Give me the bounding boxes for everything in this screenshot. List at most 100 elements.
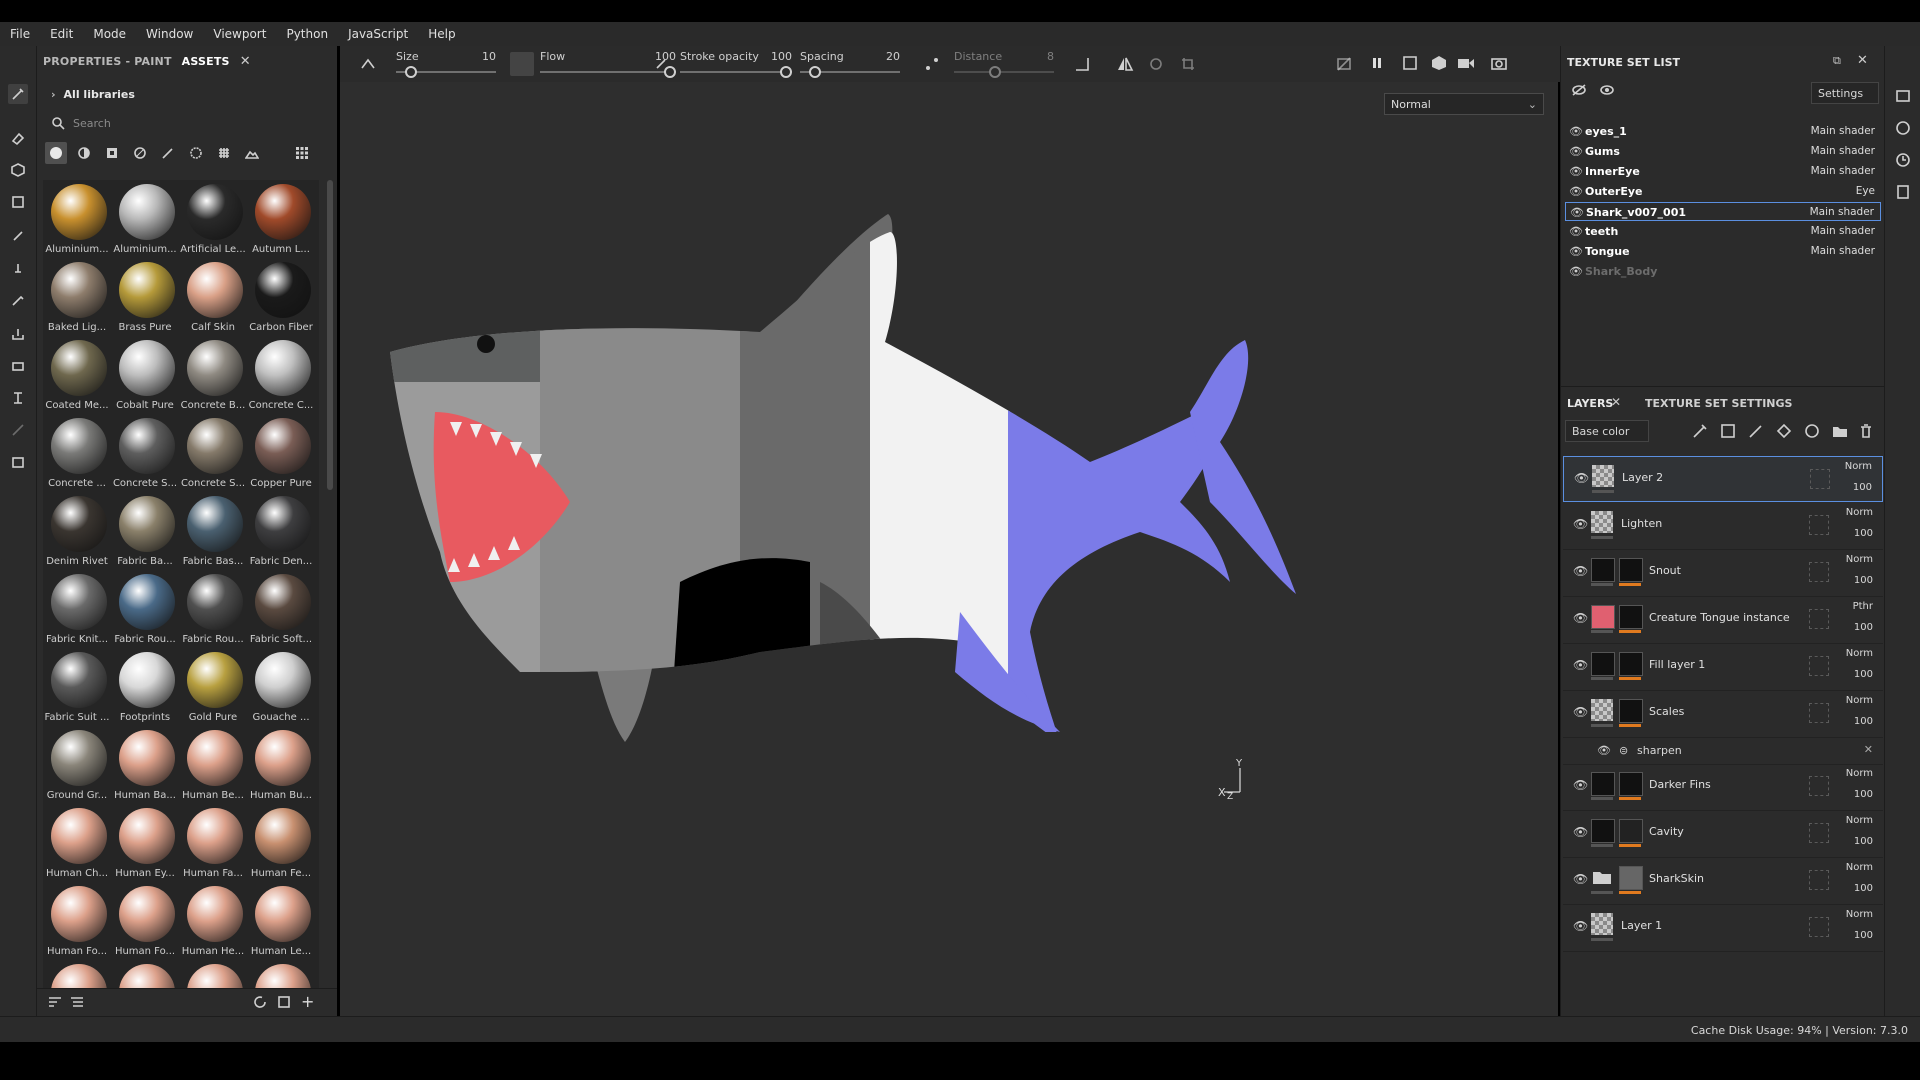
menu-mode[interactable]: Mode bbox=[83, 27, 136, 41]
bake-icon[interactable] bbox=[8, 324, 28, 344]
material-thumbnail[interactable]: Concrete S... bbox=[179, 414, 247, 492]
layer-opacity[interactable]: 100 bbox=[1854, 669, 1873, 680]
layer-opacity[interactable]: 100 bbox=[1854, 883, 1873, 894]
material-thumbnail[interactable]: Fabric Soft... bbox=[247, 570, 315, 648]
new-window-icon[interactable] bbox=[277, 995, 291, 1012]
layer-opacity[interactable]: 100 bbox=[1854, 528, 1873, 539]
material-thumbnail[interactable]: Concrete B... bbox=[179, 336, 247, 414]
texture-set-shader[interactable]: Main shader bbox=[1811, 145, 1875, 157]
layer-row[interactable]: 👁︎ Scales Norm 100 bbox=[1563, 691, 1883, 738]
color-picker-icon[interactable] bbox=[8, 290, 28, 310]
close-icon[interactable]: ✕ bbox=[1857, 53, 1868, 68]
layer-mask-slot[interactable] bbox=[1809, 562, 1829, 582]
menu-help[interactable]: Help bbox=[418, 27, 465, 41]
distance-slider[interactable]: Distance 8 bbox=[954, 50, 1054, 78]
visibility-eye-icon[interactable]: 👁︎ bbox=[1573, 872, 1588, 886]
add-paint-layer-icon[interactable] bbox=[1747, 422, 1765, 443]
layer-blend-mode[interactable]: Norm bbox=[1846, 768, 1873, 779]
texture-set-shader[interactable]: Main shader bbox=[1811, 165, 1875, 177]
layer-row[interactable]: 👁︎ Creature Tongue instance Pthr 100 bbox=[1563, 597, 1883, 644]
distance-knob[interactable] bbox=[989, 66, 1002, 78]
settings-dropdown[interactable]: Settings bbox=[1811, 82, 1879, 104]
add-effect-icon[interactable] bbox=[1691, 422, 1709, 443]
projection-icon[interactable] bbox=[8, 160, 28, 180]
material-thumbnail[interactable] bbox=[247, 960, 315, 988]
tab-layers[interactable]: LAYERS bbox=[1567, 397, 1613, 410]
material-thumbnail[interactable]: Calf Skin bbox=[179, 258, 247, 336]
filter-row[interactable]: 👁︎ ⊜ sharpen ✕ bbox=[1563, 738, 1883, 765]
display-settings-icon[interactable] bbox=[1895, 88, 1911, 107]
menu-window[interactable]: Window bbox=[136, 27, 203, 41]
layer-blend-mode[interactable]: Norm bbox=[1846, 695, 1873, 706]
visibility-eye-icon[interactable]: 👁︎ bbox=[1597, 744, 1611, 757]
search-field[interactable]: Search bbox=[45, 112, 333, 134]
menu-edit[interactable]: Edit bbox=[40, 27, 83, 41]
angle-icon[interactable] bbox=[1074, 56, 1090, 75]
hide-overlay-icon[interactable] bbox=[1336, 56, 1352, 75]
alphas-filter-icon[interactable] bbox=[185, 142, 207, 164]
material-thumbnail[interactable]: Coated Me... bbox=[43, 336, 111, 414]
layer-mask-slot[interactable] bbox=[1810, 469, 1830, 489]
mirror-icon[interactable] bbox=[1148, 56, 1164, 75]
spacing-slider[interactable]: Spacing 20 bbox=[800, 50, 900, 78]
view-2d-icon[interactable] bbox=[1402, 55, 1420, 74]
layer-row[interactable]: 👁︎ SharkSkin Norm 100 bbox=[1563, 858, 1883, 905]
assets-scrollbar[interactable] bbox=[327, 180, 333, 490]
texture-set-row[interactable]: 👁︎ OuterEye Eye bbox=[1565, 182, 1881, 201]
visibility-eye-icon[interactable]: 👁︎ bbox=[1569, 265, 1583, 278]
layer-blend-mode[interactable]: Norm bbox=[1846, 862, 1873, 873]
close-icon[interactable]: ✕ bbox=[1611, 395, 1621, 409]
tab-assets[interactable]: ASSETS bbox=[182, 55, 230, 68]
layer-mask-slot[interactable] bbox=[1809, 917, 1829, 937]
material-thumbnail[interactable]: Fabric Bas... bbox=[179, 492, 247, 570]
clone-stamp-icon[interactable] bbox=[8, 258, 28, 278]
layer-opacity[interactable]: 100 bbox=[1854, 930, 1873, 941]
visibility-eye-icon[interactable]: 👁︎ bbox=[1574, 471, 1589, 485]
tab-texture-set-settings[interactable]: TEXTURE SET SETTINGS bbox=[1645, 397, 1792, 410]
add-smart-material-icon[interactable] bbox=[1803, 422, 1821, 443]
environments-filter-icon[interactable] bbox=[241, 142, 263, 164]
opacity-pressure-icon[interactable] bbox=[654, 56, 668, 73]
menu-file[interactable]: File bbox=[0, 27, 40, 41]
material-thumbnail[interactable]: Human Bu... bbox=[247, 726, 315, 804]
material-thumbnail[interactable]: Fabric Den... bbox=[247, 492, 315, 570]
stroke-opacity-knob[interactable] bbox=[780, 66, 792, 78]
visibility-eye-icon[interactable]: 👁︎ bbox=[1569, 225, 1583, 238]
layer-opacity[interactable]: 100 bbox=[1854, 789, 1873, 800]
delete-layer-icon[interactable] bbox=[1857, 422, 1875, 443]
texture-set-shader[interactable]: Main shader bbox=[1810, 206, 1874, 218]
refresh-icon[interactable] bbox=[253, 995, 267, 1012]
material-thumbnail[interactable] bbox=[179, 960, 247, 988]
channel-dropdown[interactable]: Base color bbox=[1565, 420, 1649, 442]
layer-row[interactable]: 👁︎ Cavity Norm 100 bbox=[1563, 811, 1883, 858]
material-thumbnail[interactable]: Copper Pure bbox=[247, 414, 315, 492]
smudge-icon[interactable] bbox=[8, 226, 28, 246]
layer-opacity[interactable]: 100 bbox=[1854, 716, 1873, 727]
material-thumbnail[interactable]: Human Ch... bbox=[43, 804, 111, 882]
texture-set-shader[interactable]: Eye bbox=[1856, 185, 1875, 197]
material-thumbnail[interactable]: Concrete C... bbox=[247, 336, 315, 414]
layer-blend-mode[interactable]: Norm bbox=[1846, 554, 1873, 565]
material-thumbnail[interactable] bbox=[111, 960, 179, 988]
material-thumbnail[interactable] bbox=[43, 960, 111, 988]
measure-icon[interactable] bbox=[8, 388, 28, 408]
texture-set-shader[interactable]: Main shader bbox=[1811, 225, 1875, 237]
menu-python[interactable]: Python bbox=[276, 27, 338, 41]
layer-opacity[interactable]: 100 bbox=[1854, 836, 1873, 847]
material-thumbnail[interactable]: Human Fo... bbox=[111, 882, 179, 960]
layer-mask-slot[interactable] bbox=[1809, 776, 1829, 796]
material-thumbnail[interactable]: Gold Pure bbox=[179, 648, 247, 726]
texture-set-row[interactable]: 👁︎ Shark_v007_001 Main shader bbox=[1565, 202, 1881, 221]
visibility-eye-icon[interactable]: 👁︎ bbox=[1573, 658, 1588, 672]
hide-all-icon[interactable] bbox=[1571, 84, 1587, 99]
texture-set-shader[interactable]: Main shader bbox=[1811, 245, 1875, 257]
layer-blend-mode[interactable]: Norm bbox=[1846, 815, 1873, 826]
sort-icon[interactable] bbox=[47, 995, 63, 1012]
visibility-eye-icon[interactable]: 👁︎ bbox=[1569, 145, 1583, 158]
visibility-eye-icon[interactable]: 👁︎ bbox=[1573, 517, 1588, 531]
log-icon[interactable] bbox=[1895, 184, 1911, 203]
material-thumbnail[interactable]: Human He... bbox=[179, 882, 247, 960]
screenshot-icon[interactable] bbox=[1490, 55, 1508, 74]
layer-opacity[interactable]: 100 bbox=[1853, 482, 1872, 493]
geometry-mask-icon[interactable] bbox=[8, 192, 28, 212]
